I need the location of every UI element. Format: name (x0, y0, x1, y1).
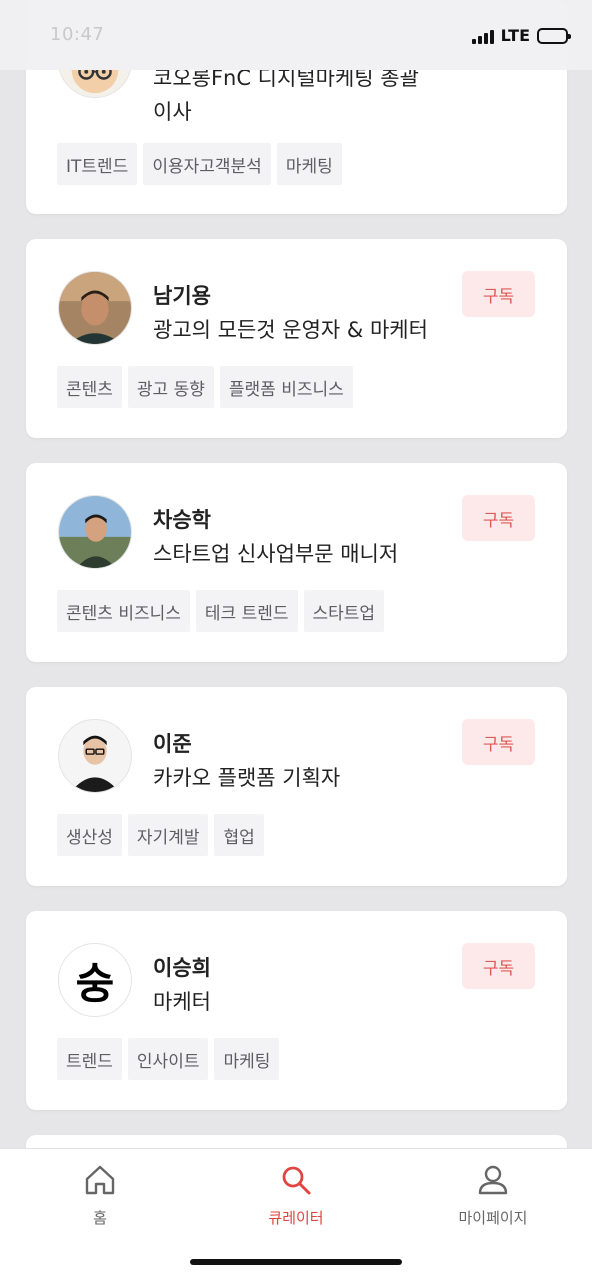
curator-list-screen: 10:47 LTE 코오롱FnC 디지털마케팅 총괄 이사 IT트렌드 이용자고… (0, 0, 592, 1280)
person-icon (478, 1165, 508, 1195)
subscribe-button[interactable]: 구독 (462, 271, 535, 317)
status-indicators: LTE (471, 26, 571, 45)
nav-home[interactable]: 홈 (30, 1163, 170, 1233)
card-visible-area: 코오롱FnC 디지털마케팅 총괄 이사 IT트렌드 이용자고객분석 마케팅 (26, 70, 567, 214)
nav-curator-label: 큐레이터 (268, 1209, 324, 1227)
search-icon (282, 1166, 311, 1195)
curator-title: 카카오 플랫폼 기획자 (153, 766, 341, 790)
signal-icon (471, 28, 494, 44)
nav-mypage[interactable]: 마이페이지 (423, 1163, 563, 1233)
curator-card[interactable]: 남기용 광고의 모든것 운영자 & 마케터 구독 콘텐츠 광고 동향 플랫폼 비… (26, 239, 567, 438)
status-bar: 10:47 LTE (0, 0, 592, 70)
subscribe-button[interactable]: 구독 (462, 943, 535, 989)
tag[interactable]: 자기계발 (127, 814, 209, 856)
home-indicator[interactable] (190, 1259, 402, 1265)
tag[interactable]: 마케팅 (276, 143, 342, 185)
tag[interactable]: 스타트업 (303, 590, 385, 632)
curator-avatar: 숭 (58, 943, 132, 1017)
curator-avatar (58, 719, 132, 793)
curator-title: 스타트업 신사업부문 매니저 (153, 542, 399, 566)
tag-list: IT트렌드 이용자고객분석 마케팅 (57, 143, 342, 185)
tag[interactable]: 이용자고객분석 (143, 143, 271, 185)
tag[interactable]: IT트렌드 (57, 143, 138, 185)
subscribe-button[interactable]: 구독 (462, 495, 535, 541)
curator-name: 차승학 (153, 508, 211, 532)
tag[interactable]: 마케팅 (214, 1038, 280, 1080)
curator-name: 이준 (153, 732, 192, 756)
tag[interactable]: 콘텐츠 (57, 366, 122, 408)
tag-list: 콘텐츠 광고 동향 플랫폼 비즈니스 (57, 366, 353, 408)
tag[interactable]: 광고 동향 (127, 366, 214, 408)
curator-title: 광고의 모든것 운영자 & 마케터 (153, 318, 428, 342)
network-label: LTE (500, 26, 530, 45)
curator-title: 마케터 (153, 990, 211, 1014)
curator-title-line2: 이사 (153, 100, 192, 124)
curator-avatar (58, 70, 132, 98)
nav-curator[interactable]: 큐레이터 (226, 1163, 366, 1233)
curator-avatar (58, 495, 132, 569)
nav-home-label: 홈 (93, 1209, 107, 1227)
tag-list: 콘텐츠 비즈니스 테크 트렌드 스타트업 (57, 590, 385, 632)
curator-card[interactable]: 이준 카카오 플랫폼 기획자 구독 생산성 자기계발 협업 (26, 687, 567, 886)
curator-name: 이승희 (153, 956, 211, 980)
tag-list: 트렌드 인사이트 마케팅 (57, 1038, 280, 1080)
home-icon (85, 1165, 115, 1195)
status-time: 10:47 (50, 24, 105, 45)
tag[interactable]: 인사이트 (127, 1038, 209, 1080)
tag-list: 생산성 자기계발 협업 (57, 814, 264, 856)
curator-name: 남기용 (153, 284, 211, 308)
curator-title: 코오롱FnC 디지털마케팅 총괄 (153, 70, 419, 90)
curator-card[interactable]: 차승학 스타트업 신사업부문 매니저 구독 콘텐츠 비즈니스 테크 트렌드 스타… (26, 463, 567, 662)
tag[interactable]: 콘텐츠 비즈니스 (57, 590, 190, 632)
tag[interactable]: 협업 (214, 814, 264, 856)
curator-avatar (58, 271, 132, 345)
subscribe-button[interactable]: 구독 (462, 719, 535, 765)
avatar-glyph: 숭 (75, 958, 115, 1008)
battery-icon (537, 27, 571, 44)
nav-mypage-label: 마이페이지 (458, 1209, 528, 1227)
bottom-nav: 홈 큐레이터 마이페이지 (0, 1148, 592, 1280)
tag[interactable]: 테크 트렌드 (195, 590, 298, 632)
tag[interactable]: 생산성 (57, 814, 122, 856)
curator-card[interactable]: 숭 이승희 마케터 구독 트렌드 인사이트 마케팅 (26, 911, 567, 1110)
tag[interactable]: 트렌드 (57, 1038, 122, 1080)
tag[interactable]: 플랫폼 비즈니스 (219, 366, 353, 408)
